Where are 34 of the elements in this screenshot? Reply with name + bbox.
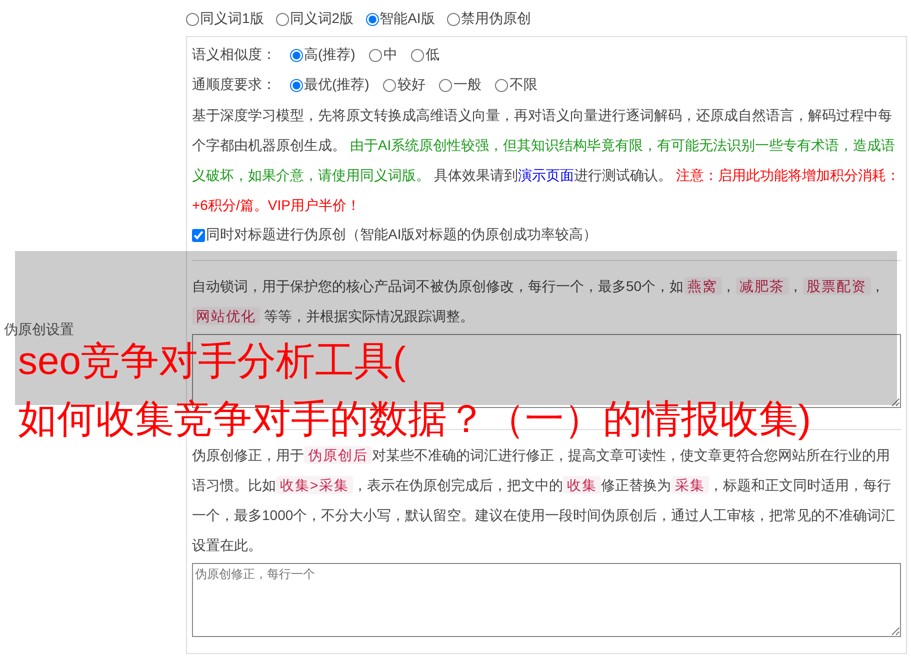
mode-label: 智能AI版	[380, 10, 435, 28]
fluency-label: 通顺度要求：	[192, 76, 276, 94]
corrections-field[interactable]: 伪原创修正，每行一个	[192, 563, 901, 637]
overlay-title: 如何收集竞争对手的数据？（一）的情报收集)	[18, 397, 811, 443]
mode-label: 禁用伪原创	[460, 10, 531, 28]
option-label: 最优(推荐)	[304, 76, 370, 94]
radio-button[interactable]	[439, 78, 452, 92]
mode-label: 同义词2版	[290, 10, 354, 28]
title-checkbox[interactable]	[192, 228, 205, 242]
radio-button[interactable]	[411, 48, 424, 62]
ai-description: 基于深度学习模型，先将原文转换成高维语义向量，再对语义向量进行逐词解码，还原成自然语言，解码过程中每个字都由机器原创生成。 由于AI系统原创性较强，但其知识结构毕竟有限，有可能无法识别一些专有术语，造成语义破坏，如果介意，请使用同义词版。 具体效果请到演示页面进行测试确认。 注意：启用此功能将增加积分消耗：+6积分/篇。VIP用户半价！	[192, 106, 901, 215]
radio-button[interactable]	[495, 78, 508, 92]
mode-label: 同义词1版	[200, 10, 264, 28]
section-label: 伪原创设置	[4, 321, 74, 339]
corrections-description: 伪原创修正，用于 伪原创后 对某些不准确的词汇进行修正，提高文章可读性，使文章更符合您网站所在行业的用语习惯。比如 收集>采集 ，表示在伪原创完成后，把文中的 收集 修正替换为 采集 ，标题和正文同时适用，每行一个，最多1000个，不分大小写，默认留空。建议在使用一段时间伪原创后，通过人工审核，把常见的不准确词汇设置在此。	[192, 445, 896, 555]
option-label: 中	[383, 46, 398, 64]
radio-button[interactable]	[290, 48, 303, 62]
radio-button[interactable]	[290, 78, 303, 92]
demo-link[interactable]: 演示页面	[518, 167, 574, 183]
option-label: 低	[425, 46, 440, 64]
radio-button[interactable]	[276, 12, 289, 26]
radio-button[interactable]	[446, 12, 460, 26]
option-label: 较好	[397, 76, 426, 94]
radio-button[interactable]	[383, 78, 396, 92]
radio-button[interactable]	[369, 48, 382, 62]
radio-button[interactable]	[366, 12, 379, 26]
option-label: 一般	[453, 76, 482, 94]
similarity-label: 语义相似度：	[192, 46, 276, 64]
checkbox-label: 同时对标题进行伪原创（智能AI版对标题的伪原创成功率较高）	[206, 226, 598, 244]
radio-button[interactable]	[186, 12, 199, 26]
overlay-title: seo竞争对手分析工具(	[18, 339, 406, 385]
option-label: 不限	[509, 76, 538, 94]
option-label: 高(推荐)	[304, 46, 356, 64]
lock-words-description: 自动锁词，用于保护您的核心产品词不被伪原创修改，每行一个，最多50个，如 燕窝 ， 减肥茶 ， 股票配资 ， 网站优化 等等，并根据实际情况跟踪调整。	[192, 276, 886, 327]
